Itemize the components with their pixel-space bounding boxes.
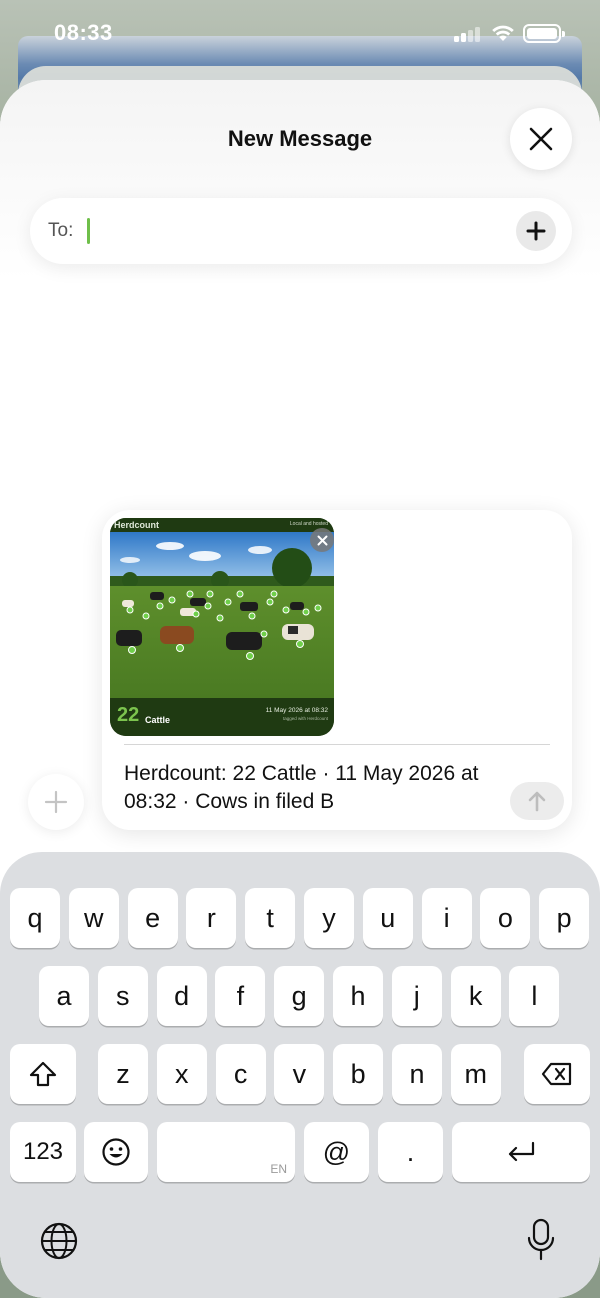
mic-icon[interactable] [526,1218,556,1262]
add-recipient-icon [526,221,546,241]
to-field[interactable]: To: [30,198,572,264]
signal-icon [454,26,482,42]
close-icon [529,127,553,151]
key-z[interactable]: z [98,1044,148,1104]
delete-key[interactable] [524,1044,590,1104]
at-key[interactable]: @ [304,1122,369,1182]
key-j[interactable]: j [391,966,442,1026]
key-f[interactable]: f [215,966,266,1026]
key-e[interactable]: e [127,888,178,948]
attachment-footer: 22 Cattle 11 May 2026 at 08:32 tagged wi… [110,698,334,736]
add-attachment-button[interactable] [28,774,84,830]
key-i[interactable]: i [421,888,472,948]
key-v[interactable]: v [274,1044,325,1104]
compose-bubble[interactable]: Herdcount Local and hosted 22 Cattle 11 … [102,510,572,830]
key-t[interactable]: t [245,888,296,948]
delete-icon [541,1062,572,1086]
photo-attachment[interactable]: Herdcount Local and hosted 22 Cattle 11 … [110,518,334,736]
globe-icon[interactable] [40,1222,78,1260]
key-q[interactable]: q [10,888,60,948]
divider [124,744,550,745]
key-b[interactable]: b [333,1044,384,1104]
add-attachment-icon [44,790,68,814]
return-icon [508,1141,535,1162]
capture-sub: tagged with Herdcount [282,716,328,721]
capture-date: 11 May 2026 at 08:32 [265,707,328,714]
cattle-photo [110,532,334,698]
key-m[interactable]: m [450,1044,501,1104]
to-label: To: [48,220,74,241]
status-bar: 08:33 [0,0,600,70]
key-s[interactable]: s [97,966,148,1026]
key-k[interactable]: k [450,966,501,1026]
wifi-icon [492,25,514,41]
key-h[interactable]: h [333,966,383,1026]
shift-key[interactable] [10,1044,76,1104]
message-text[interactable]: Herdcount: 22 Cattle · 11 May 2026 at 08… [124,760,514,816]
space-key[interactable]: EN [157,1122,295,1182]
battery-icon [523,24,565,43]
emoji-icon [102,1138,130,1166]
key-w[interactable]: w [68,888,119,948]
cattle-count-label: Cattle [145,715,171,725]
key-r[interactable]: r [186,888,237,948]
dot-key[interactable]: . [378,1122,443,1182]
key-d[interactable]: d [156,966,207,1026]
key-y[interactable]: y [304,888,354,948]
keyboard: qwertyuiop asdfghjkl zxcvbnm 123 EN @ . [0,852,600,1298]
key-x[interactable]: x [156,1044,207,1104]
add-recipient-button[interactable] [516,211,556,251]
space-lang-tag: EN [270,1162,287,1176]
close-button[interactable] [510,108,572,170]
text-cursor [87,218,90,244]
key-l[interactable]: l [509,966,560,1026]
send-arrow-icon [528,791,546,812]
remove-attachment-button[interactable] [310,528,334,552]
send-button[interactable] [510,782,564,820]
remove-attachment-icon [317,535,327,545]
key-a[interactable]: a [39,966,89,1026]
key-o[interactable]: o [480,888,531,948]
numbers-key[interactable]: 123 [10,1122,76,1182]
return-key[interactable] [452,1122,590,1182]
emoji-key[interactable] [84,1122,148,1182]
key-c[interactable]: c [215,1044,266,1104]
status-time: 08:33 [54,20,113,45]
key-n[interactable]: n [392,1044,442,1104]
attachment-brand-tag: Local and hosted [289,521,328,527]
shift-icon [29,1061,57,1087]
key-u[interactable]: u [362,888,413,948]
cattle-count: 22 [117,704,140,726]
new-message-sheet: New Message To: Herdcount Local and host… [0,80,600,1298]
key-g[interactable]: g [274,966,325,1026]
key-p[interactable]: p [539,888,590,948]
